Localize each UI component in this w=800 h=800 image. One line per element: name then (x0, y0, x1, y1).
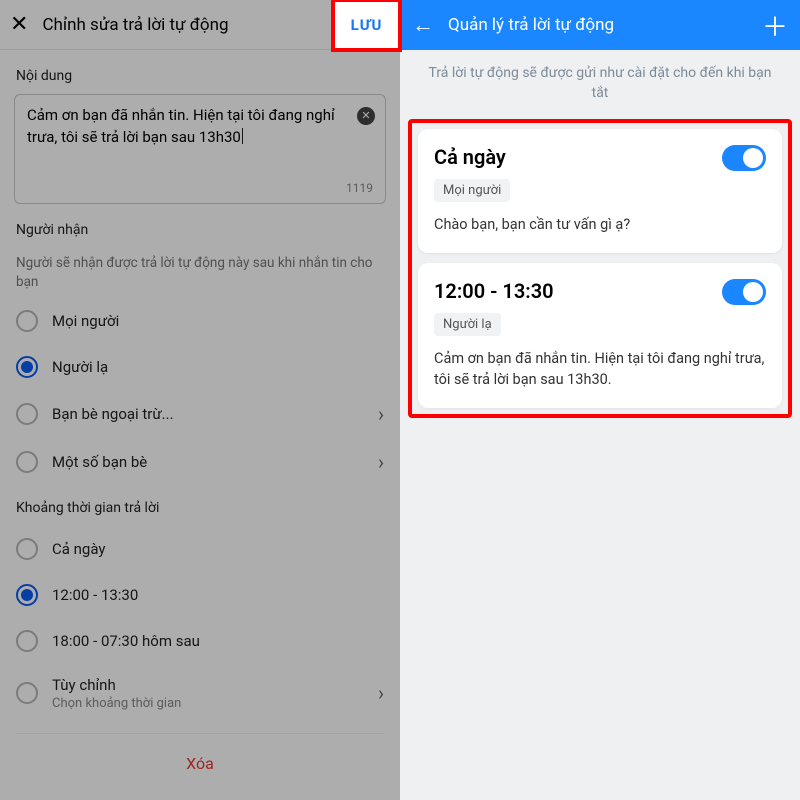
period-option[interactable]: 12:00 - 13:30 (0, 572, 400, 618)
chevron-right-icon: › (378, 450, 384, 474)
radio-icon (16, 682, 38, 704)
periods-list: Cả ngày 12:00 - 13:30 18:00 - 07:30 hôm sa… (0, 526, 400, 723)
option-label: Người lạ (52, 358, 384, 376)
add-icon[interactable]: ＋ (762, 7, 788, 44)
right-title: Quản lý trả lời tự động (448, 15, 748, 35)
option-label-col: 18:00 - 07:30 hôm sau (52, 632, 384, 650)
option-label: Tùy chỉnh (52, 676, 364, 694)
period-option[interactable]: Cả ngày (0, 526, 400, 572)
option-label-col: Cả ngày (52, 540, 384, 558)
option-label: Bạn bè ngoại trừ... (52, 405, 364, 423)
close-icon[interactable]: ✕ (10, 12, 28, 37)
save-button-highlight: LƯU (333, 0, 400, 50)
radio-icon (16, 356, 38, 378)
period-option[interactable]: Tùy chỉnh Chọn khoảng thời gian › (0, 664, 400, 723)
toggle-switch[interactable] (722, 145, 766, 171)
option-label: 12:00 - 13:30 (52, 586, 384, 604)
card-badge: Mọi người (434, 179, 510, 202)
recipients-list: Mọi ngườiNgười lạBạn bè ngoại trừ...›Một… (0, 298, 400, 486)
option-label-col: Mọi người (52, 312, 384, 330)
recipient-option[interactable]: Bạn bè ngoại trừ... › (0, 390, 400, 438)
toggle-switch[interactable] (722, 279, 766, 305)
divider (16, 733, 384, 734)
card-badge: Người lạ (434, 313, 501, 336)
auto-reply-card[interactable]: 12:00 - 13:30 Người lạ Cảm ơn bạn đã nhắn … (418, 263, 782, 408)
option-label: 18:00 - 07:30 hôm sau (52, 632, 384, 650)
char-counter: 1119 (346, 180, 373, 197)
option-label: Mọi người (52, 312, 384, 330)
radio-icon (16, 451, 38, 473)
radio-icon (16, 630, 38, 652)
manage-auto-reply-screen: ← Quản lý trả lời tự động ＋ Trả lời tự đ… (400, 0, 800, 800)
radio-icon (16, 403, 38, 425)
left-title: Chỉnh sửa trả lời tự động (42, 15, 321, 35)
right-header: ← Quản lý trả lời tự động ＋ (400, 0, 800, 50)
message-input[interactable]: Cảm ơn bạn đã nhắn tin. Hiện tại tôi đan… (14, 94, 386, 204)
recipient-option[interactable]: Một số bạn bè › (0, 438, 400, 486)
chevron-right-icon: › (378, 681, 384, 705)
option-sublabel: Chọn khoảng thời gian (52, 696, 364, 711)
recipients-label: Người nhận (0, 204, 400, 248)
option-label-col: Một số bạn bè (52, 453, 364, 471)
radio-icon (16, 310, 38, 332)
card-title: 12:00 - 13:30 (434, 279, 766, 303)
radio-icon (16, 584, 38, 606)
back-icon[interactable]: ← (412, 12, 434, 38)
save-button[interactable]: LƯU (339, 8, 395, 42)
content-label: Nội dung (0, 50, 400, 94)
period-label: Khoảng thời gian trả lời (0, 486, 400, 526)
recipients-help: Người sẽ nhận được trả lời tự động này s… (0, 248, 400, 298)
recipient-option[interactable]: Người lạ (0, 344, 400, 390)
recipient-option[interactable]: Mọi người (0, 298, 400, 344)
option-label-col: Người lạ (52, 358, 384, 376)
clear-input-icon[interactable]: ✕ (357, 107, 375, 125)
option-label: Cả ngày (52, 540, 384, 558)
auto-reply-cards-highlight: Cả ngày Mọi người Chào bạn, bạn cần tư vấn… (408, 119, 792, 418)
delete-button[interactable]: Xóa (0, 738, 400, 791)
auto-reply-card[interactable]: Cả ngày Mọi người Chào bạn, bạn cần tư vấn… (418, 129, 782, 253)
option-label-col: Bạn bè ngoại trừ... (52, 405, 364, 423)
card-body: Cảm ơn bạn đã nhắn tin. Hiện tại tôi đan… (434, 348, 766, 390)
card-body: Chào bạn, bạn cần tư vấn gì ạ? (434, 214, 766, 235)
option-label-col: 12:00 - 13:30 (52, 586, 384, 604)
radio-icon (16, 538, 38, 560)
option-label: Một số bạn bè (52, 453, 364, 471)
period-option[interactable]: 18:00 - 07:30 hôm sau (0, 618, 400, 664)
chevron-right-icon: › (378, 402, 384, 426)
edit-auto-reply-screen: ✕ Chỉnh sửa trả lời tự động Nội dung Cảm… (0, 0, 400, 800)
right-help-text: Trả lời tự động sẽ được gửi như cài đặt … (400, 50, 800, 119)
message-text: Cảm ơn bạn đã nhắn tin. Hiện tại tôi đan… (27, 106, 335, 146)
option-label-col: Tùy chỉnh Chọn khoảng thời gian (52, 676, 364, 711)
card-title: Cả ngày (434, 145, 766, 169)
